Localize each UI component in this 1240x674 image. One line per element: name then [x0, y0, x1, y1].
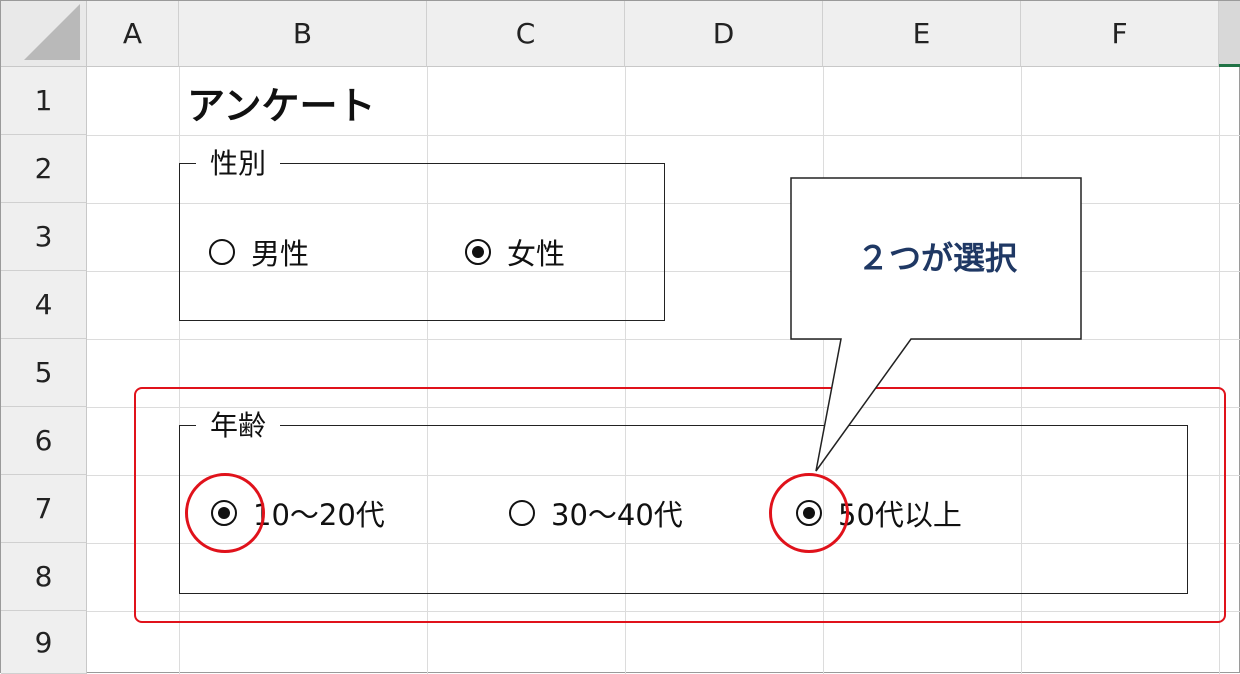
callout-text: ２つが選択 — [856, 239, 1017, 277]
spreadsheet-grid: A B C D E F 1 2 3 4 5 6 7 8 9 アンケート 性別 男… — [0, 0, 1240, 674]
callout-bubble — [790, 177, 1082, 472]
